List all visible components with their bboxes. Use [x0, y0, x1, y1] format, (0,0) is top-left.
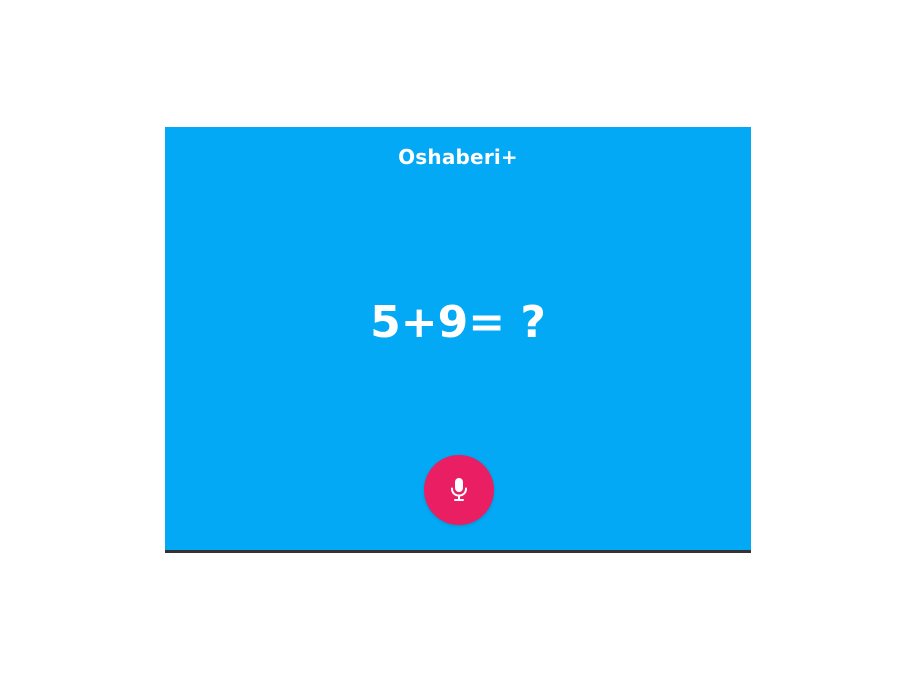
microphone-icon	[451, 478, 467, 501]
quiz-question: 5+9= ?	[370, 297, 546, 348]
app-title: Oshaberi+	[398, 145, 518, 169]
app-frame: Oshaberi+ 5+9= ?	[165, 127, 751, 553]
microphone-button[interactable]	[424, 455, 494, 525]
